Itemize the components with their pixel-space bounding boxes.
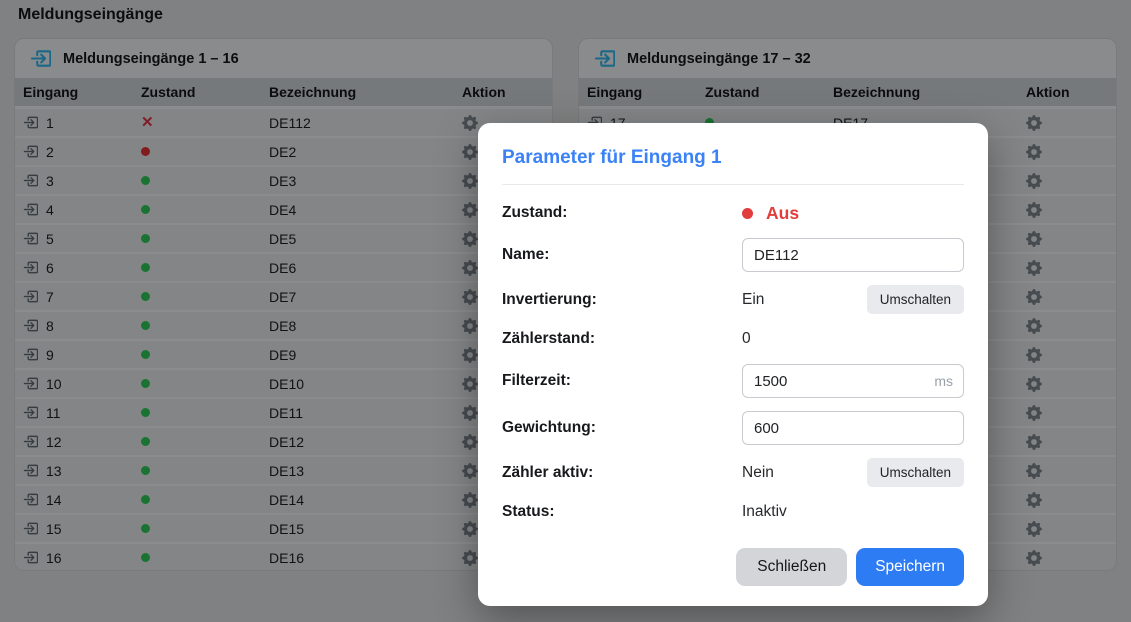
unit-label-ms: ms — [934, 373, 953, 389]
invertierung-value: Ein — [742, 291, 764, 309]
filterzeit-input[interactable] — [742, 364, 964, 398]
dialog-footer: Schließen Speichern — [502, 548, 964, 586]
status-value: Inaktiv — [742, 503, 787, 521]
field-label: Gewichtung: — [502, 419, 742, 437]
zustand-value: Aus — [742, 203, 964, 224]
zaehlerstand-value: 0 — [742, 330, 751, 348]
field-label: Zustand: — [502, 204, 742, 222]
dialog-fields: Zustand: Aus Name: Invertierung: Ein Ums… — [502, 201, 964, 524]
field-label: Invertierung: — [502, 291, 742, 309]
field-row-zustand: Zustand: Aus — [502, 201, 964, 225]
parameter-dialog: Parameter für Eingang 1 Zustand: Aus Nam… — [478, 123, 988, 606]
zaehler-aktiv-value: Nein — [742, 464, 774, 482]
invertierung-toggle-button[interactable]: Umschalten — [867, 285, 964, 314]
save-button[interactable]: Speichern — [856, 548, 964, 586]
field-label: Zähler aktiv: — [502, 464, 742, 482]
field-row-gewichtung: Gewichtung: — [502, 411, 964, 445]
dialog-title: Parameter für Eingang 1 — [502, 147, 964, 169]
field-label: Filterzeit: — [502, 372, 742, 390]
state-off-dot — [742, 208, 753, 219]
field-row-zaehler-aktiv: Zähler aktiv: Nein Umschalten — [502, 458, 964, 487]
field-row-name: Name: — [502, 238, 964, 272]
field-row-invertierung: Invertierung: Ein Umschalten — [502, 285, 964, 314]
field-row-status: Status: Inaktiv — [502, 500, 964, 524]
field-label: Status: — [502, 503, 742, 521]
name-input[interactable] — [742, 238, 964, 272]
divider — [502, 184, 964, 185]
field-label: Name: — [502, 246, 742, 264]
close-button[interactable]: Schließen — [736, 548, 847, 586]
gewichtung-input[interactable] — [742, 411, 964, 445]
field-label: Zählerstand: — [502, 330, 742, 348]
zustand-state-text: Aus — [766, 203, 799, 224]
zaehler-aktiv-toggle-button[interactable]: Umschalten — [867, 458, 964, 487]
field-row-zaehlerstand: Zählerstand: 0 — [502, 327, 964, 351]
field-row-filterzeit: Filterzeit: ms — [502, 364, 964, 398]
